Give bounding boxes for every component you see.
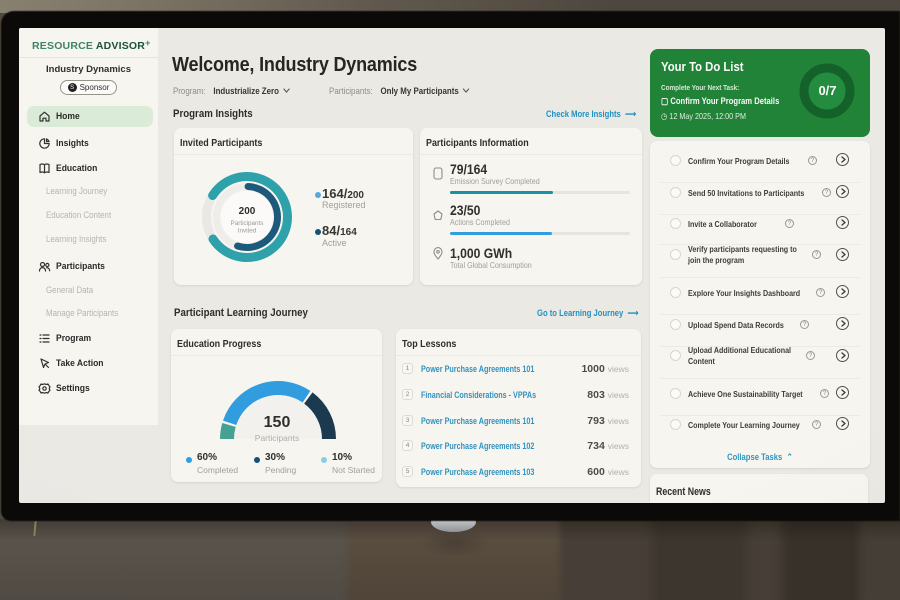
svg-text:Participants: Participants [231,220,264,227]
svg-text:200: 200 [239,206,256,217]
svg-text:Invited: Invited [238,228,257,235]
